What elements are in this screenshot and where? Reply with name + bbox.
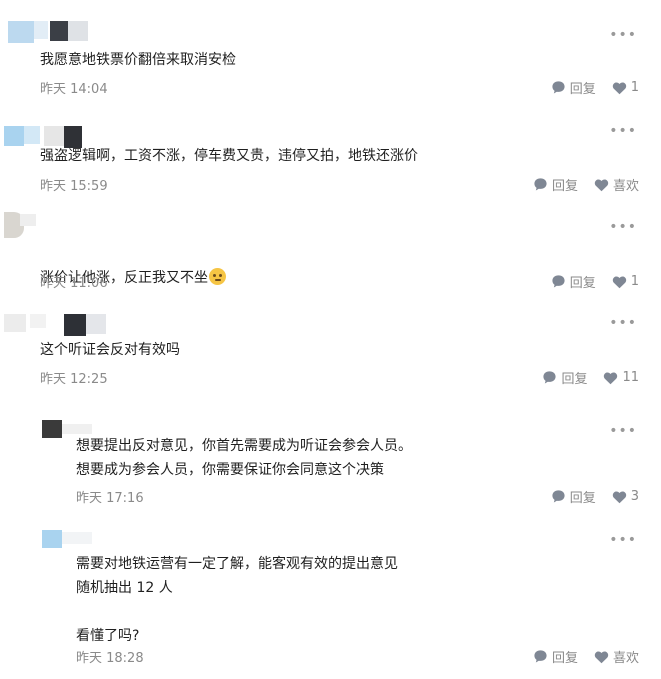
thinking-face-emoji (209, 268, 226, 285)
reply-bubble-icon (552, 490, 565, 503)
like-button[interactable]: 3 (612, 489, 639, 504)
heart-icon (612, 491, 626, 503)
comment-timestamp: 昨天 14:04 (40, 82, 108, 97)
reply-label: 回复 (569, 82, 596, 97)
reply-label: 回复 (569, 491, 596, 506)
like-button[interactable]: 1 (612, 80, 639, 95)
like-count: 1 (630, 80, 639, 95)
reply-label: 回复 (551, 651, 578, 666)
comment-actions: 回复 1 (551, 78, 639, 97)
reply-text: 想要提出反对意见，你首先需要成为听证会参会人员。 想要成为参会人员，你需要保证你… (76, 438, 412, 478)
more-options-button[interactable]: ••• (609, 28, 637, 42)
reply-bubble-icon (534, 178, 547, 191)
reply-button[interactable]: 回复 (542, 368, 587, 387)
comment-actions: 回复 1 (551, 272, 639, 291)
reply-label: 回复 (561, 372, 588, 387)
heart-icon (604, 372, 618, 384)
like-button[interactable]: 喜欢 (594, 175, 639, 194)
comment-text: 我愿意地铁票价翻倍来取消安检 (40, 52, 236, 68)
more-options-button[interactable]: ••• (609, 533, 637, 547)
reply-actions: 回复 3 (551, 487, 639, 506)
reply-timestamp: 昨天 17:16 (76, 491, 144, 506)
reply-bubble-icon (534, 650, 547, 663)
like-button[interactable]: 11 (603, 370, 639, 385)
comment-text: 这个听证会反对有效吗 (40, 342, 180, 358)
comment-text: 强盗逻辑啊，工资不涨，停车费又贵，违停又拍，地铁还涨价 (40, 148, 418, 164)
reply-label: 回复 (569, 276, 596, 291)
comment-timestamp: 昨天 15:59 (40, 179, 108, 194)
reply-label: 回复 (551, 179, 578, 194)
like-count: 1 (630, 274, 639, 289)
like-label: 喜欢 (612, 651, 639, 666)
more-options-button[interactable]: ••• (609, 220, 637, 234)
like-label: 喜欢 (612, 179, 639, 194)
reply-bubble-icon (543, 371, 557, 384)
comment-actions: 回复 喜欢 (533, 175, 639, 194)
reply-button[interactable]: 回复 (533, 175, 578, 194)
more-options-button[interactable]: ••• (609, 424, 637, 438)
reply-button[interactable]: 回复 (533, 647, 578, 666)
reply-actions: 回复 喜欢 (533, 647, 639, 666)
like-count: 3 (630, 489, 639, 504)
avatar[interactable] (4, 21, 90, 43)
more-options-button[interactable]: ••• (609, 316, 637, 330)
reply-bubble-icon (552, 81, 565, 94)
comment-timestamp: 昨天 11:06 (40, 276, 108, 291)
reply-text: 需要对地铁运营有一定了解，能客观有效的提出意见 随机抽出 12 人 看懂了吗? (76, 556, 398, 644)
reply-button[interactable]: 回复 (551, 272, 596, 291)
more-options-button[interactable]: ••• (609, 124, 637, 138)
heart-icon (594, 651, 609, 663)
comment-timestamp: 昨天 12:25 (40, 372, 108, 387)
heart-icon (612, 82, 626, 94)
like-count: 11 (622, 370, 639, 385)
avatar[interactable] (4, 314, 108, 336)
reply-bubble-icon (552, 275, 565, 288)
heart-icon (594, 179, 609, 191)
heart-icon (612, 276, 626, 288)
like-button[interactable]: 喜欢 (594, 647, 639, 666)
avatar[interactable] (42, 530, 96, 548)
reply-button[interactable]: 回复 (551, 78, 596, 97)
comment-actions: 回复 11 (542, 368, 639, 387)
reply-button[interactable]: 回复 (551, 487, 596, 506)
like-button[interactable]: 1 (612, 274, 639, 289)
reply-timestamp: 昨天 18:28 (76, 651, 144, 666)
avatar[interactable] (4, 212, 40, 238)
